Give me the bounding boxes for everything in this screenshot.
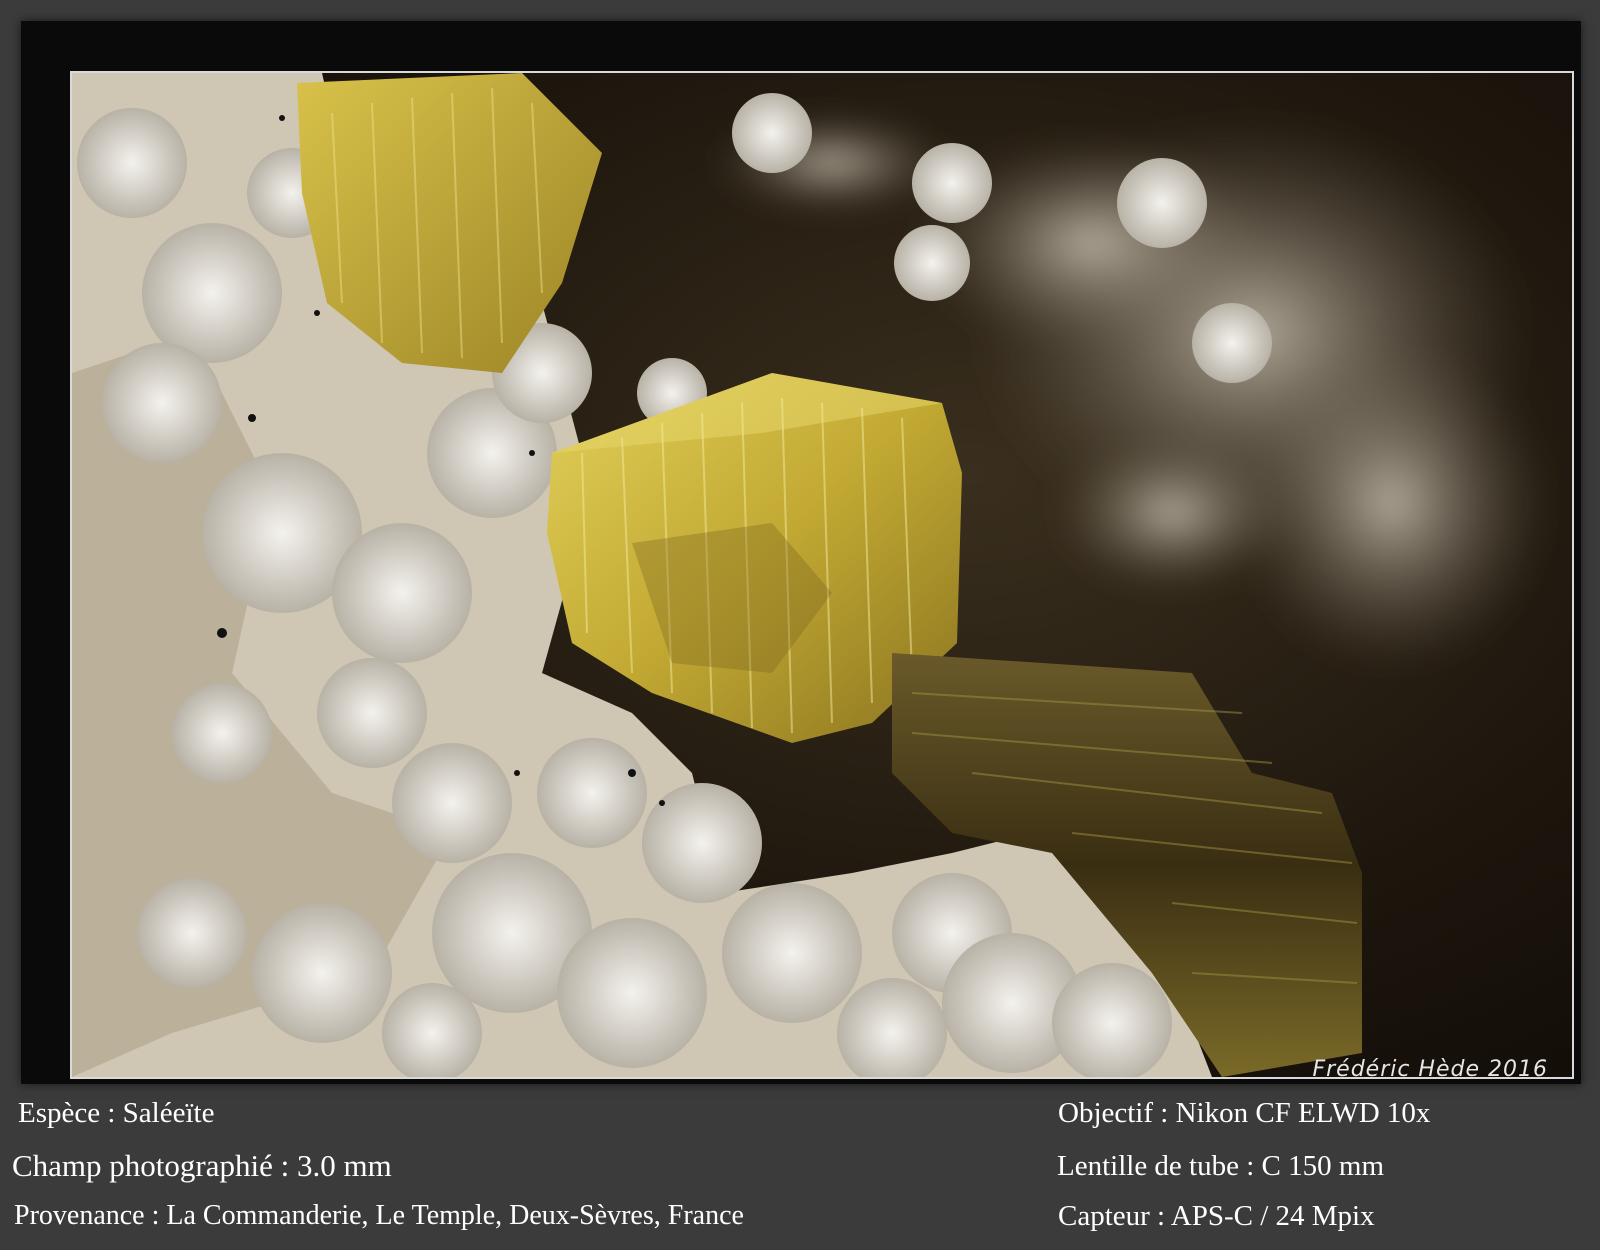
objective-label: Objectif : Nikon CF ELWD 10x bbox=[1058, 1097, 1431, 1129]
locality-label: Provenance : La Commanderie, Le Temple, … bbox=[14, 1200, 744, 1231]
tube-lens-label: Lentille de tube : C 150 mm bbox=[1057, 1150, 1385, 1182]
photo-frame bbox=[21, 21, 1581, 1084]
sensor-label: Capteur : APS-C / 24 Mpix bbox=[1058, 1200, 1375, 1232]
mineral-photo bbox=[70, 71, 1574, 1079]
mineral-photo-drawing bbox=[72, 73, 1572, 1077]
species-label: Espèce : Saléeïte bbox=[18, 1097, 215, 1129]
field-of-view-label: Champ photographié : 3.0 mm bbox=[12, 1148, 392, 1183]
photographer-signature: Frédéric Hède 2016 bbox=[1312, 1057, 1548, 1082]
